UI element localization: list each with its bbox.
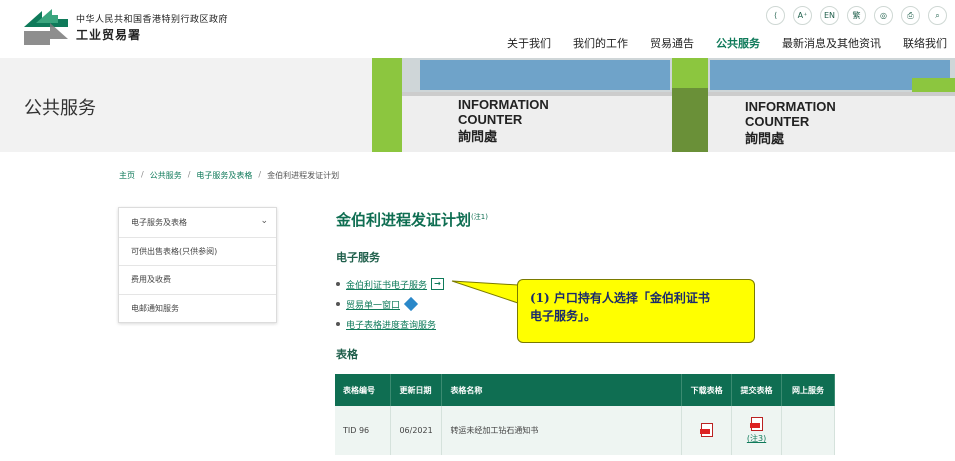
eform-status-enquiry-link[interactable]: 电子表格进度查询服务 — [346, 318, 436, 331]
print-icon[interactable]: ⎙ — [901, 6, 920, 25]
login-arrow-icon[interactable]: → — [431, 278, 445, 290]
pdf-submit-icon[interactable] — [749, 417, 763, 431]
information-counter-illustration: INFORMATION COUNTER 詢問處 INFORMATION COUN… — [372, 58, 955, 152]
cell-download — [681, 406, 733, 455]
header-toolbar: ⟨ A⁺ EN 繁 ◎ ⎙ ⌕ — [766, 6, 947, 25]
pdf-download-icon[interactable] — [699, 422, 713, 437]
counter1-line2: COUNTER — [458, 112, 523, 127]
nav-public-services[interactable]: 公共服务 — [716, 35, 760, 51]
side-item-label: 可供出售表格(只供参阅) — [131, 246, 218, 256]
table-row: TID 96 06/2021 转运未经加工钻石通知书 (注3) — [335, 406, 835, 455]
nav-trade-circulars[interactable]: 贸易通告 — [650, 35, 694, 51]
page-title-text: 金伯利进程发证计划 — [336, 211, 472, 229]
side-item-fees[interactable]: 费用及收费 — [119, 265, 276, 294]
banner-photo: INFORMATION COUNTER 詢問處 INFORMATION COUN… — [372, 58, 955, 152]
nav-news[interactable]: 最新消息及其他资讯 — [782, 35, 881, 51]
side-item-email-notification[interactable]: 电邮通知服务 — [119, 293, 276, 323]
side-menu: 电子服务及表格 ⌄ 可供出售表格(只供参阅) 费用及收费 电邮通知服务 — [118, 207, 277, 323]
note3-link[interactable]: (注3) — [732, 433, 781, 444]
list-item: 金伯利证书电子服务 → — [336, 274, 445, 294]
side-item-label: 电子服务及表格 — [131, 217, 187, 227]
cell-online-service — [781, 406, 835, 455]
site-header: 中华人民共和国香港特别行政区政府 工业贸易署 ⟨ A⁺ EN 繁 ◎ ⎙ ⌕ 关… — [0, 0, 955, 58]
side-item-eservices-forms[interactable]: 电子服务及表格 ⌄ — [119, 208, 276, 237]
counter1-line1: INFORMATION — [458, 97, 549, 112]
nav-about-us[interactable]: 关于我们 — [507, 35, 551, 51]
chevron-down-icon[interactable]: ⌄ — [260, 216, 268, 226]
col-download: 下载表格 — [681, 374, 733, 406]
breadcrumb-separator: / — [258, 170, 262, 179]
page-title: 金伯利进程发证计划(注1) — [336, 209, 488, 230]
english-icon[interactable]: EN — [820, 6, 839, 25]
breadcrumb-separator: / — [187, 170, 191, 179]
table-header-row: 表格编号 更新日期 表格名称 下载表格 提交表格 网上服务 — [335, 374, 835, 406]
tid-logo-icon[interactable] — [22, 5, 72, 45]
single-window-logo-icon[interactable] — [403, 296, 419, 312]
breadcrumb-public-services[interactable]: 公共服务 — [150, 170, 182, 181]
breadcrumb-current: 金伯利进程发证计划 — [267, 171, 340, 180]
department-name[interactable]: 工业贸易署 — [76, 26, 141, 43]
callout-line2: 电子服务」。 — [530, 309, 597, 323]
breadcrumb-eservices-forms[interactable]: 电子服务及表格 — [196, 170, 252, 181]
cell-date: 06/2021 — [390, 406, 443, 455]
list-item: 电子表格进度查询服务 — [336, 314, 444, 334]
forms-table: 表格编号 更新日期 表格名称 下载表格 提交表格 网上服务 TID 96 06/… — [335, 374, 835, 455]
forms-heading: 表格 — [336, 348, 358, 361]
search-icon[interactable]: ⌕ — [928, 6, 947, 25]
side-item-forms-for-sale[interactable]: 可供出售表格(只供参阅) — [119, 236, 276, 266]
annotation-callout: (1) 户口持有人选择「金伯利证书 电子服务」。 — [517, 279, 755, 343]
title-note-link[interactable]: (注1) — [471, 213, 488, 221]
eservices-heading: 电子服务 — [336, 251, 380, 264]
banner-title: 公共服务 — [24, 98, 96, 119]
counter2-line3: 詢問處 — [745, 131, 785, 147]
breadcrumb-home[interactable]: 主页 — [119, 170, 135, 181]
counter2-line2: COUNTER — [745, 114, 810, 129]
side-item-label: 电邮通知服务 — [131, 303, 179, 313]
callout-line1: (1) 户口持有人选择「金伯利证书 — [530, 291, 710, 305]
bullet — [336, 302, 340, 306]
page-banner: 公共服务 INFORMATION COUNTER 詢問處 INFORMATION… — [0, 58, 955, 152]
bullet — [336, 282, 340, 286]
traditional-chinese-icon[interactable]: 繁 — [847, 6, 866, 25]
list-item: 贸易单一窗口 — [336, 294, 444, 314]
font-size-icon[interactable]: A⁺ — [793, 6, 812, 25]
side-item-label: 费用及收费 — [131, 275, 171, 285]
main-nav: 关于我们 我们的工作 贸易通告 公共服务 最新消息及其他资讯 联络我们 — [507, 35, 947, 51]
cell-submit: (注3) — [731, 406, 783, 455]
share-icon[interactable]: ⟨ — [766, 6, 785, 25]
bullet — [336, 322, 340, 326]
cell-form-name: 转运未经加工钻石通知书 — [441, 406, 683, 455]
nav-our-work[interactable]: 我们的工作 — [573, 35, 628, 51]
col-form-name: 表格名称 — [441, 374, 683, 406]
col-submit: 提交表格 — [731, 374, 783, 406]
eservices-list: 金伯利证书电子服务 → 贸易单一窗口 电子表格进度查询服务 — [336, 274, 445, 334]
col-update-date: 更新日期 — [390, 374, 443, 406]
government-name: 中华人民共和国香港特别行政区政府 — [76, 15, 229, 25]
trade-single-window-link[interactable]: 贸易单一窗口 — [346, 298, 400, 311]
nav-contact-us[interactable]: 联络我们 — [903, 35, 947, 51]
cell-form-no: TID 96 — [335, 406, 392, 455]
breadcrumb: 主页 / 公共服务 / 电子服务及表格 / 金伯利进程发证计划 — [119, 170, 339, 181]
col-form-no: 表格编号 — [335, 374, 392, 406]
col-online-service: 网上服务 — [781, 374, 835, 406]
breadcrumb-separator: / — [141, 170, 144, 179]
globe-icon[interactable]: ◎ — [874, 6, 893, 25]
counter2-line1: INFORMATION — [745, 99, 836, 114]
kimberley-eservice-link[interactable]: 金伯利证书电子服务 — [346, 278, 427, 291]
counter1-line3: 詢問處 — [458, 129, 498, 145]
